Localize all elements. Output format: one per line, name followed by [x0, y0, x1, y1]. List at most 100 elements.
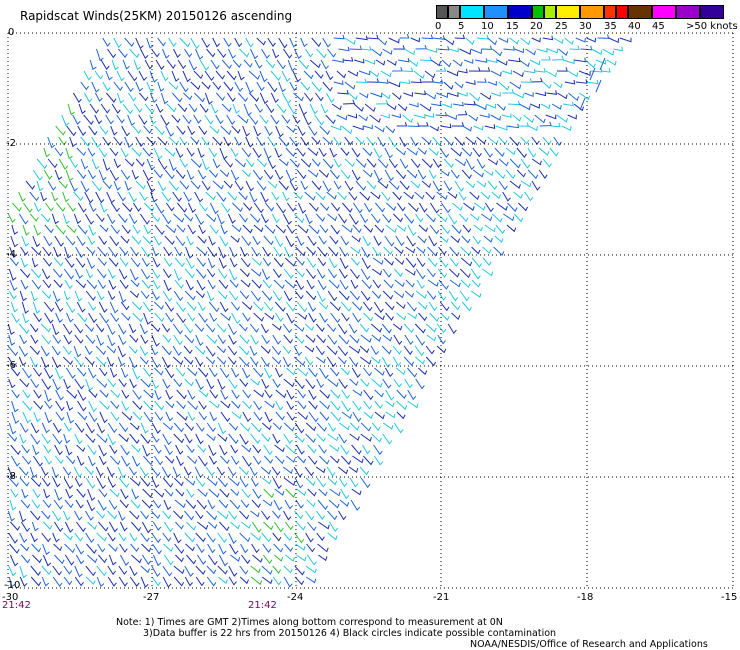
wind-barb [306, 554, 317, 566]
wind-barb [512, 70, 524, 78]
wind-barb [139, 92, 149, 102]
wind-barb [239, 576, 249, 585]
wind-barb [286, 400, 295, 410]
wind-barb [228, 422, 239, 431]
wind-barb [491, 191, 501, 200]
wind-barb [558, 48, 569, 57]
wind-barb [20, 257, 28, 268]
wind-barb [545, 70, 557, 78]
wind-barb [32, 444, 40, 456]
wind-barb [185, 279, 194, 291]
wind-barb [370, 345, 379, 356]
wind-barb [140, 477, 151, 487]
wind-barb [229, 257, 238, 268]
wind-barb [392, 345, 402, 355]
wind-barb [128, 213, 138, 225]
wind-barb [47, 158, 58, 169]
wind-barb [329, 235, 339, 245]
wind-barb [53, 279, 63, 289]
wind-barb [262, 279, 272, 289]
wind-barb [74, 532, 84, 542]
wind-barb [22, 455, 32, 465]
wind-barb [239, 268, 250, 278]
wind-barb [348, 323, 358, 334]
wind-barb [420, 56, 432, 62]
wind-barb [185, 246, 194, 259]
wind-barb [392, 323, 403, 331]
wind-barb [221, 103, 232, 113]
wind-barb [429, 202, 440, 214]
wind-barb [130, 246, 140, 257]
wind-barb [151, 268, 161, 279]
wind-barb [383, 279, 394, 289]
wind-barb [43, 169, 53, 180]
wind-barb [187, 312, 196, 322]
wind-barb [318, 521, 330, 530]
wind-barb [328, 521, 339, 533]
wind-barb [30, 433, 40, 445]
wind-barb [452, 59, 463, 67]
wind-barb [119, 499, 129, 509]
wind-barb [220, 125, 232, 136]
wind-barb [219, 169, 230, 178]
wind-barb [216, 345, 226, 354]
wind-barb [227, 191, 238, 201]
wind-barb [127, 70, 138, 82]
wind-barb [415, 378, 425, 390]
wind-barb [285, 147, 296, 157]
wind-barb [29, 323, 39, 333]
wind-barb [370, 323, 383, 333]
wind-barb [487, 136, 499, 145]
wind-barb [322, 81, 333, 92]
wind-barb [337, 345, 349, 357]
wind-barb [341, 367, 351, 376]
wind-barb [208, 301, 220, 313]
wind-barb [118, 378, 127, 388]
wind-barb [338, 46, 350, 52]
wind-barb [113, 81, 123, 92]
wind-barb [83, 114, 94, 126]
wind-barb [198, 389, 209, 398]
wind-barb [32, 235, 41, 248]
wind-barb [184, 48, 193, 58]
wind-barb [162, 290, 173, 302]
wind-barb [154, 367, 164, 376]
wind-barb [153, 455, 163, 466]
wind-barb [105, 70, 113, 81]
wind-barb [377, 180, 389, 189]
wind-barb [209, 224, 219, 235]
wind-barb [176, 367, 186, 377]
wind-barb [228, 565, 238, 577]
wind-barb [305, 433, 316, 443]
wind-barb [508, 57, 521, 63]
wind-barb [386, 59, 397, 66]
wind-barb [320, 103, 329, 114]
wind-barb [340, 301, 352, 312]
wind-barb [328, 246, 339, 257]
wind-barb [155, 103, 164, 114]
wind-barb [370, 191, 381, 200]
wind-barb [297, 367, 309, 377]
wind-barb [309, 59, 321, 69]
wind-barb [140, 510, 149, 520]
wind-barb [410, 136, 419, 147]
wind-barb [275, 224, 286, 234]
wind-barb [330, 312, 341, 324]
wind-barb [350, 499, 361, 511]
wind-barb [96, 576, 105, 588]
wind-barb [195, 334, 204, 347]
wind-barb [204, 70, 215, 82]
wind-barb [88, 224, 97, 236]
wind-barb [66, 125, 77, 137]
wind-barb [184, 576, 193, 587]
wind-barb [428, 169, 437, 180]
wind-barb [542, 81, 552, 89]
wind-barb [263, 488, 275, 499]
wind-barb [22, 312, 30, 324]
time-label: 21:42 [2, 600, 31, 611]
wind-barb [440, 202, 451, 214]
wind-barb [118, 433, 129, 443]
wind-barb [86, 246, 96, 255]
wind-barb [107, 268, 116, 279]
wind-barb [131, 444, 141, 453]
